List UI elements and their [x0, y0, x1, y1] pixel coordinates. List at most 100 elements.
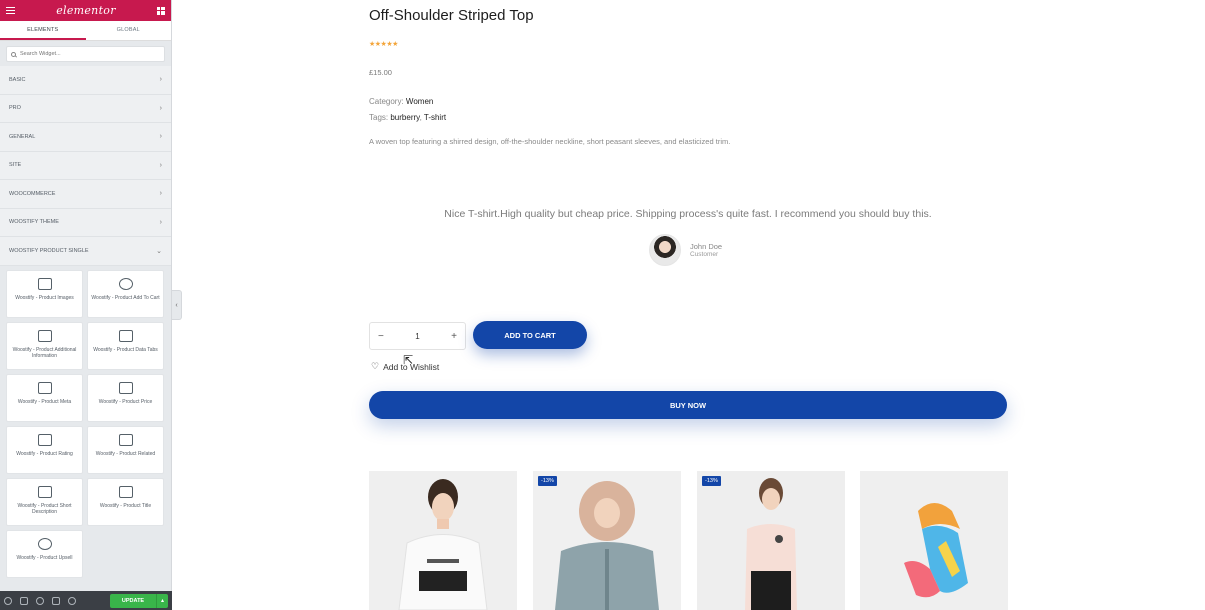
- widget-product-data-tabs[interactable]: Woostify - Product Data Tabs: [87, 321, 164, 370]
- save-options-caret-icon[interactable]: ▴: [156, 593, 168, 608]
- category-basic[interactable]: BASIC ›: [0, 66, 171, 95]
- tag-separator: ,: [419, 113, 422, 122]
- widget-label: Woostify - Product Upsell: [16, 554, 73, 561]
- navigator-icon[interactable]: [20, 596, 28, 605]
- settings-icon[interactable]: [4, 596, 12, 605]
- related-product-card[interactable]: [860, 471, 1008, 610]
- category-label: GENERAL: [9, 133, 36, 140]
- widget-product-related[interactable]: Woostify - Product Related: [87, 425, 164, 474]
- category-general[interactable]: GENERAL ›: [0, 123, 171, 152]
- panel-header: elementor: [0, 0, 171, 21]
- add-to-cart-icon: [118, 277, 133, 290]
- avatar: [649, 234, 681, 266]
- tag-link[interactable]: burberry: [390, 113, 419, 122]
- related-product-card[interactable]: -13%: [697, 471, 845, 610]
- preview-canvas: Off-Shoulder Striped Top ★★★★★ £15.00 Ca…: [182, 0, 1205, 610]
- decrease-quantity-button[interactable]: −: [378, 331, 384, 342]
- author-role: Customer: [690, 251, 719, 258]
- widget-product-rating[interactable]: Woostify - Product Rating: [6, 425, 83, 474]
- mouse-pointer-icon: ⇱: [403, 353, 414, 367]
- elementor-panel: elementor ELEMENTS GLOBAL BASIC › PRO › GE…: [0, 0, 172, 610]
- widget-label: Woostify - Product Images: [15, 294, 74, 301]
- elementor-logo: elementor: [56, 4, 116, 17]
- category-pro[interactable]: PRO ›: [0, 94, 171, 123]
- tags-row: Tags: burberry, T-shirt: [369, 110, 446, 126]
- chevron-right-icon: ›: [159, 104, 162, 112]
- related-product-card[interactable]: -13%: [533, 471, 681, 610]
- sale-badge: -13%: [538, 476, 557, 486]
- category-row: Category: Women: [369, 94, 446, 110]
- category-woocommerce[interactable]: WOOCOMMERCE ›: [0, 180, 171, 209]
- widget-product-meta[interactable]: Woostify - Product Meta: [6, 373, 83, 422]
- sale-badge: -13%: [702, 476, 721, 486]
- product-images-icon: [37, 277, 52, 290]
- widget-product-images[interactable]: Woostify - Product Images: [6, 269, 83, 318]
- widget-product-add-to-cart[interactable]: Woostify - Product Add To Cart: [87, 269, 164, 318]
- widget-label: Woostify - Product Related: [95, 450, 156, 457]
- category-label: BASIC: [9, 76, 26, 83]
- testimonial-author: John Doe Customer: [649, 234, 722, 266]
- author-info: John Doe Customer: [690, 242, 722, 258]
- product-title: Off-Shoulder Striped Top: [369, 7, 534, 24]
- update-button[interactable]: UPDATE: [110, 593, 156, 608]
- widget-product-title[interactable]: Woostify - Product Title: [87, 477, 164, 526]
- title-icon: [118, 485, 133, 498]
- widget-label: Woostify - Product Rating: [16, 450, 73, 457]
- tabs-icon: [118, 329, 133, 342]
- widget-label: Woostify - Product Title: [99, 502, 152, 509]
- tab-global[interactable]: GLOBAL: [86, 21, 172, 40]
- menu-icon[interactable]: [6, 7, 15, 14]
- responsive-mode-icon[interactable]: [52, 596, 60, 605]
- category-link[interactable]: Women: [406, 97, 433, 106]
- widget-product-additional-information[interactable]: Woostify - Product Additional Informatio…: [6, 321, 83, 370]
- panel-footer: UPDATE ▴: [0, 591, 172, 610]
- category-label: WOOSTIFY PRODUCT SINGLE: [9, 247, 89, 254]
- category-site[interactable]: SITE ›: [0, 151, 171, 180]
- widget-search-input[interactable]: [20, 51, 160, 57]
- category-label: WOOCOMMERCE: [9, 190, 56, 197]
- tab-elements[interactable]: ELEMENTS: [0, 21, 86, 40]
- author-name: John Doe: [690, 242, 723, 251]
- collapse-panel-toggle[interactable]: ‹: [172, 290, 182, 320]
- price-icon: [118, 381, 133, 394]
- category-label: Category:: [369, 97, 404, 106]
- upsell-icon: [37, 537, 52, 550]
- category-label: SITE: [9, 162, 22, 169]
- chevron-down-icon: ⌄: [156, 247, 162, 255]
- widget-product-upsell[interactable]: Woostify - Product Upsell: [6, 529, 83, 578]
- star-rating: ★★★★★: [369, 41, 398, 48]
- widgets-grid-icon[interactable]: [156, 6, 165, 15]
- tag-link[interactable]: T-shirt: [424, 113, 446, 122]
- meta-icon: [37, 381, 52, 394]
- quantity-value[interactable]: 1: [415, 332, 419, 341]
- heart-icon: ♡: [371, 361, 380, 371]
- tags-label: Tags:: [369, 113, 389, 122]
- chevron-right-icon: ›: [159, 218, 162, 226]
- product-meta: Category: Women Tags: burberry, T-shirt: [369, 94, 446, 126]
- product-image: [533, 471, 681, 610]
- product-image: [860, 471, 1008, 610]
- related-product-card[interactable]: [369, 471, 517, 610]
- product-price: £15.00: [369, 68, 392, 77]
- category-woostify-product-single[interactable]: WOOSTIFY PRODUCT SINGLE ⌄: [0, 237, 171, 266]
- add-to-cart-button[interactable]: ADD TO CART: [473, 321, 587, 349]
- widget-label: Woostify - Product Short Description: [17, 502, 72, 515]
- product-image: [369, 471, 517, 610]
- widget-label: Woostify - Product Price: [98, 398, 153, 405]
- description-icon: [37, 485, 52, 498]
- panel-tabs: ELEMENTS GLOBAL: [0, 21, 171, 41]
- info-icon: [37, 329, 52, 342]
- widget-product-short-description[interactable]: Woostify - Product Short Description: [6, 477, 83, 526]
- category-label: WOOSTIFY THEME: [9, 219, 59, 226]
- preview-eye-icon[interactable]: [68, 596, 76, 605]
- chevron-right-icon: ›: [159, 190, 162, 198]
- buy-now-button[interactable]: BUY NOW: [369, 391, 1007, 419]
- rating-icon: [37, 433, 52, 446]
- search-icon: [11, 51, 16, 57]
- category-label: PRO: [9, 105, 21, 112]
- history-icon[interactable]: [36, 596, 44, 605]
- category-woostify-theme[interactable]: WOOSTIFY THEME ›: [0, 208, 171, 237]
- widget-search: [6, 46, 165, 62]
- widget-product-price[interactable]: Woostify - Product Price: [87, 373, 164, 422]
- increase-quantity-button[interactable]: +: [451, 331, 457, 342]
